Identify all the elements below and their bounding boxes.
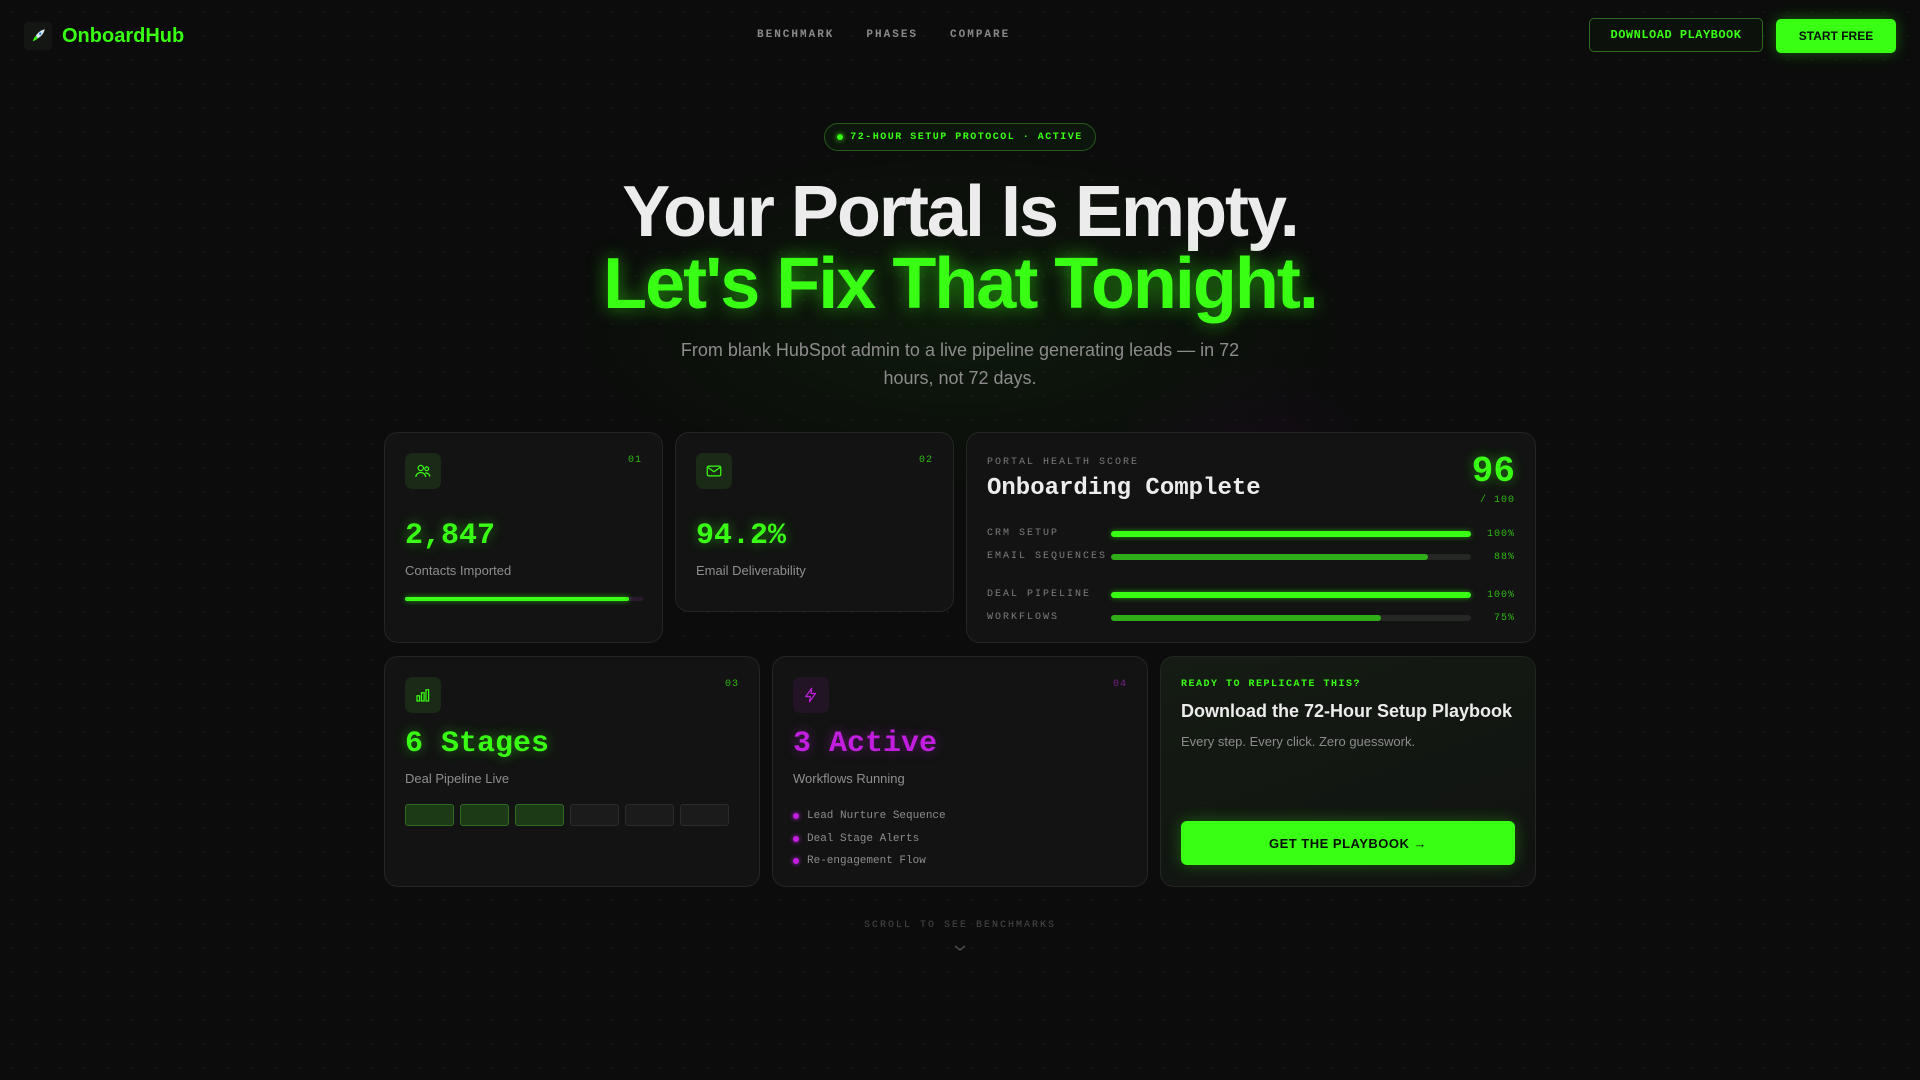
portal-health-card: PORTAL HEALTH SCORE Onboarding Complete … bbox=[966, 432, 1536, 643]
pipeline-stage bbox=[460, 804, 509, 826]
rocket-icon bbox=[24, 22, 52, 50]
health-row: DEAL PIPELINE 100% bbox=[987, 585, 1517, 605]
pipeline-stage bbox=[625, 804, 674, 826]
logo[interactable]: OnboardHub bbox=[24, 22, 184, 50]
email-label: Email Deliverability bbox=[696, 563, 806, 578]
card-number: 01 bbox=[627, 455, 642, 466]
health-label: PORTAL HEALTH SCORE bbox=[987, 457, 1140, 468]
contacts-progress-fill bbox=[405, 597, 629, 601]
pipeline-stage bbox=[570, 804, 619, 826]
health-row-pct: 100% bbox=[1486, 589, 1515, 601]
get-playbook-button[interactable]: GET THE PLAYBOOK → bbox=[1181, 821, 1515, 865]
contacts-card: 01 2,847 Contacts Imported bbox=[384, 432, 663, 643]
playbook-cta-card: READY TO REPLICATE THIS? Download the 72… bbox=[1160, 656, 1536, 887]
cta-subtitle: Every step. Every click. Zero guesswork. bbox=[1181, 734, 1416, 749]
health-row-bar bbox=[1111, 554, 1471, 560]
health-row-label: DEAL PIPELINE bbox=[987, 589, 1092, 600]
health-row-pct: 75% bbox=[1493, 612, 1515, 624]
health-row: WORKFLOWS 75% bbox=[987, 608, 1517, 628]
health-row-bar bbox=[1111, 592, 1471, 598]
status-badge: 72-HOUR SETUP PROTOCOL · ACTIVE bbox=[824, 123, 1096, 151]
mail-icon bbox=[696, 453, 732, 489]
nav-link-compare[interactable]: COMPARE bbox=[950, 29, 1010, 41]
health-row-bar bbox=[1111, 615, 1471, 621]
contacts-label: Contacts Imported bbox=[405, 563, 512, 578]
cta-kicker: READY TO REPLICATE THIS? bbox=[1181, 679, 1362, 690]
email-card: 02 94.2% Email Deliverability bbox=[675, 432, 954, 612]
card-number: 04 bbox=[1112, 679, 1127, 690]
health-row-label: WORKFLOWS bbox=[987, 612, 1060, 623]
health-row-label: CRM SETUP bbox=[987, 528, 1060, 539]
scroll-hint: SCROLL TO SEE BENCHMARKS bbox=[863, 920, 1057, 931]
nav-link-phases[interactable]: PHASES bbox=[866, 29, 918, 41]
bullet-dot-icon bbox=[793, 813, 799, 820]
health-row-fill bbox=[1111, 554, 1428, 560]
workflow-name: Re-engagement Flow bbox=[807, 855, 926, 868]
health-row-fill bbox=[1111, 592, 1471, 598]
health-row-pct: 88% bbox=[1493, 551, 1515, 563]
workflows-label: Workflows Running bbox=[793, 771, 905, 786]
health-row-fill bbox=[1111, 615, 1381, 621]
health-score: 96 bbox=[1471, 451, 1515, 492]
bar-chart-icon bbox=[405, 677, 441, 713]
cta-title: Download the 72-Hour Setup Playbook bbox=[1181, 701, 1513, 721]
hero-subtitle: From blank HubSpot admin to a live pipel… bbox=[680, 340, 1240, 388]
pipeline-label: Deal Pipeline Live bbox=[405, 771, 510, 786]
start-free-button[interactable]: START FREE bbox=[1776, 19, 1896, 53]
contacts-value: 2,847 bbox=[405, 519, 496, 553]
chevron-down-icon[interactable] bbox=[953, 940, 967, 958]
health-title: Onboarding Complete bbox=[987, 475, 1261, 502]
list-item: Deal Stage Alerts bbox=[793, 828, 946, 851]
status-dot-icon bbox=[837, 134, 844, 140]
list-item: Lead Nurture Sequence bbox=[793, 805, 946, 828]
pipeline-stage bbox=[680, 804, 729, 826]
pipeline-card: 03 6 Stages Deal Pipeline Live bbox=[384, 656, 760, 887]
nav-link-benchmark[interactable]: BENCHMARK bbox=[757, 29, 834, 41]
contacts-progress bbox=[405, 597, 643, 601]
top-nav: OnboardHub BENCHMARK PHASES COMPARE DOWN… bbox=[0, 0, 1920, 70]
health-row-label: EMAIL SEQUENCES bbox=[987, 551, 1108, 562]
users-icon bbox=[405, 453, 441, 489]
health-row-pct: 100% bbox=[1486, 528, 1515, 540]
card-number: 02 bbox=[918, 455, 933, 466]
health-score-max: / 100 bbox=[1479, 495, 1515, 506]
hero-title-line1: Your Portal Is Empty. bbox=[622, 172, 1299, 252]
pipeline-value: 6 Stages bbox=[405, 727, 550, 761]
workflow-name: Deal Stage Alerts bbox=[807, 832, 920, 845]
nav-links: BENCHMARK PHASES COMPARE bbox=[757, 29, 1010, 41]
pipeline-stage bbox=[405, 804, 454, 826]
bullet-dot-icon bbox=[793, 835, 799, 842]
health-row: CRM SETUP 100% bbox=[987, 524, 1517, 544]
bullet-dot-icon bbox=[793, 858, 799, 865]
card-number: 03 bbox=[724, 679, 739, 690]
health-row-bar bbox=[1111, 531, 1471, 537]
health-row-fill bbox=[1111, 531, 1471, 537]
badge-text: 72-HOUR SETUP PROTOCOL · ACTIVE bbox=[850, 131, 1083, 143]
brand-name: OnboardHub bbox=[62, 24, 185, 47]
download-playbook-button[interactable]: DOWNLOAD PLAYBOOK bbox=[1589, 18, 1763, 52]
pipeline-stages bbox=[405, 804, 729, 826]
list-item: Re-engagement Flow bbox=[793, 850, 946, 873]
workflows-value: 3 Active bbox=[793, 727, 938, 761]
workflow-name: Lead Nurture Sequence bbox=[807, 810, 946, 823]
lightning-icon bbox=[793, 677, 829, 713]
workflows-card: 04 3 Active Workflows Running Lead Nurtu… bbox=[772, 656, 1148, 887]
pipeline-stage bbox=[515, 804, 564, 826]
health-row: EMAIL SEQUENCES 88% bbox=[987, 547, 1517, 567]
email-value: 94.2% bbox=[696, 519, 787, 553]
workflow-list: Lead Nurture Sequence Deal Stage Alerts … bbox=[793, 805, 946, 873]
hero-title-line2: Let's Fix That Tonight. bbox=[603, 244, 1319, 324]
